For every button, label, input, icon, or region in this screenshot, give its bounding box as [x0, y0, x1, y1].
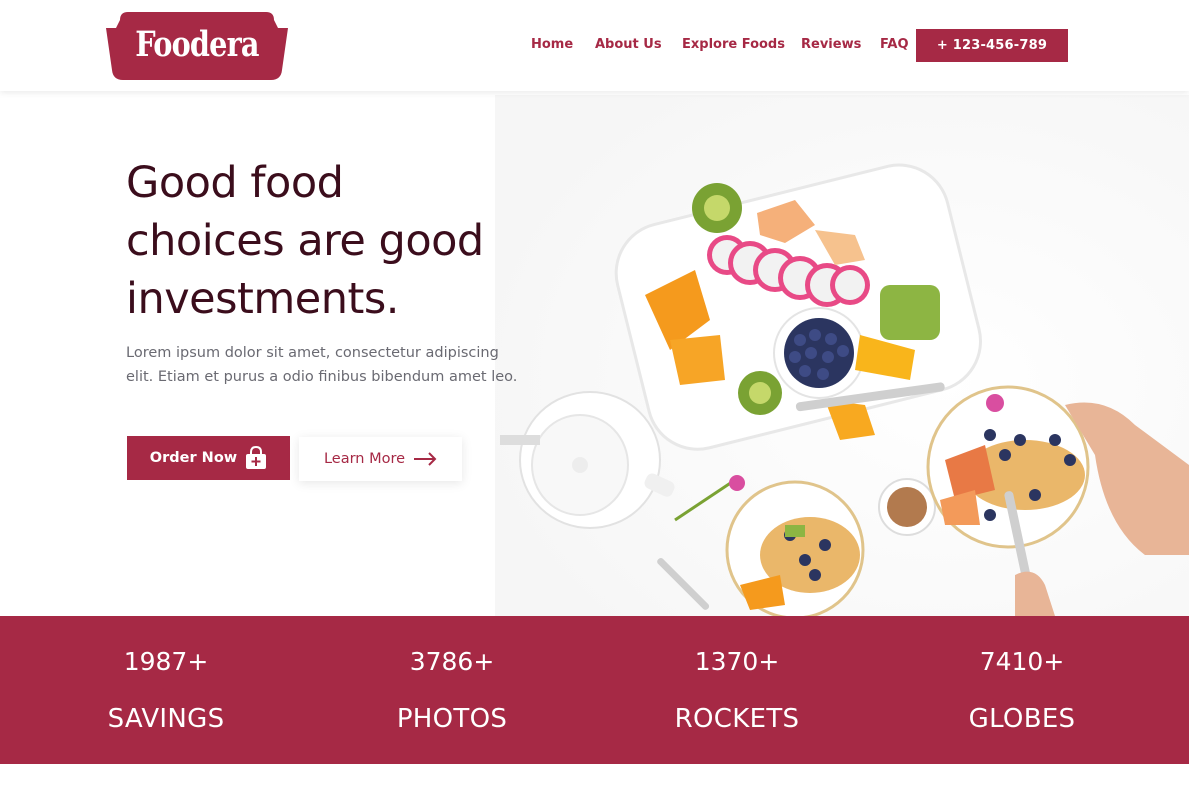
headline-line-3: investments. — [126, 274, 399, 324]
stat-label: PHOTOS — [396, 704, 508, 734]
stat-value: 7410+ — [979, 647, 1065, 676]
lede-line-2: elit. Etiam et purus a odio finibus bibe… — [126, 369, 518, 385]
order-now-button[interactable]: Order Now — [127, 436, 290, 480]
stats-band: 1987+ SAVINGS 3786+ PHOTOS 1370+ ROCKETS… — [0, 616, 1189, 764]
learn-more-button[interactable]: Learn More — [299, 437, 462, 481]
hero-description: Lorem ipsum dolor sit amet, consectetur … — [126, 341, 546, 389]
phone-button[interactable]: + 123-456-789 — [916, 29, 1068, 62]
headline-line-2: choices are good — [126, 216, 484, 266]
brand-logo[interactable]: Foodera — [106, 8, 288, 82]
nav-faq-link[interactable]: FAQ — [880, 37, 909, 52]
stat-label: ROCKETS — [674, 704, 800, 734]
shopping-bag-plus-icon — [245, 445, 267, 470]
stat-value: 1987+ — [123, 647, 209, 676]
lede-line-1: Lorem ipsum dolor sit amet, consectetur … — [126, 345, 499, 361]
hero-food-photo — [495, 95, 1189, 616]
learn-more-label: Learn More — [323, 451, 406, 467]
nav-about-link[interactable]: About Us — [595, 37, 662, 52]
nav-explore-foods-link[interactable]: Explore Foods — [682, 37, 785, 52]
stat-label: GLOBES — [968, 704, 1076, 734]
nav-reviews-link[interactable]: Reviews — [801, 37, 861, 52]
stat-value: 3786+ — [409, 647, 495, 676]
nav-home-link[interactable]: Home — [531, 37, 573, 52]
stat-value: 1370+ — [694, 647, 780, 676]
stat-label: SAVINGS — [107, 704, 225, 734]
food-photo-illustration — [495, 95, 1189, 616]
arrow-right-icon — [413, 452, 437, 466]
order-now-label: Order Now — [149, 450, 238, 466]
site-header: Foodera Home About Us Explore Foods Revi… — [0, 0, 1189, 91]
headline-line-1: Good food — [126, 158, 344, 208]
hero-headline: Good food choices are good investments. — [126, 154, 546, 328]
brand-name: Foodera — [135, 24, 259, 65]
